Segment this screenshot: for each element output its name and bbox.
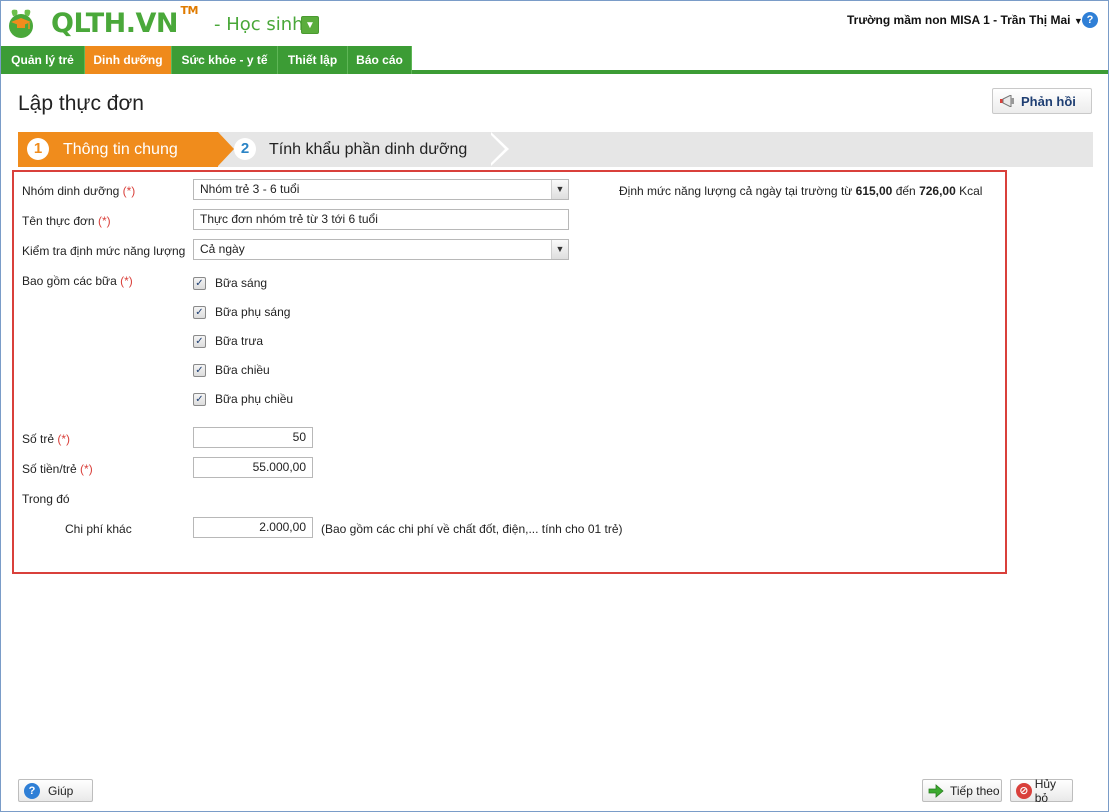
money-per-child-input[interactable]: 55.000,00 xyxy=(193,457,313,478)
step-2-number: 2 xyxy=(234,138,256,160)
role-label: - Học sinh xyxy=(214,14,304,35)
meal-checkbox-bua-chieu[interactable]: ✓ xyxy=(193,364,206,377)
meal-label: Bữa trưa xyxy=(215,334,264,348)
app-window: QLTH.VN TM - Học sinh ▼ Trường mầm non M… xyxy=(0,0,1109,812)
step-1-arrow xyxy=(218,132,234,166)
energy-norm-note: Định mức năng lượng cả ngày tại trường t… xyxy=(619,184,983,198)
meal-label: Bữa phụ chiều xyxy=(215,392,294,406)
graduation-cap-logo-icon xyxy=(7,6,49,40)
energy-check-label: Kiểm tra định mức năng lượng xyxy=(22,244,186,258)
cancel-icon: ⊘ xyxy=(1016,782,1032,799)
money-per-child-label: Số tiền/trẻ (*) xyxy=(22,462,93,476)
help-button[interactable]: ? Giúp xyxy=(18,779,93,802)
tab-quan-ly-tre[interactable]: Quản lý trẻ xyxy=(1,46,85,74)
nutrition-group-value: Nhóm trẻ 3 - 6 tuổi xyxy=(200,182,300,196)
meal-checkbox-bua-phu-sang[interactable]: ✓ xyxy=(193,306,206,319)
tab-thiet-lap[interactable]: Thiết lập xyxy=(278,46,348,74)
help-button-label: Giúp xyxy=(48,783,74,798)
feedback-label: Phản hồi xyxy=(1021,93,1076,109)
question-icon: ? xyxy=(24,782,40,799)
meal-label: Bữa sáng xyxy=(215,276,268,290)
step-1-number: 1 xyxy=(27,138,49,160)
meal-label: Bữa chiều xyxy=(215,363,270,377)
arrow-right-icon xyxy=(928,783,944,799)
meals-label: Bao gồm các bữa (*) xyxy=(22,274,133,288)
meal-label: Bữa phụ sáng xyxy=(215,305,291,319)
logo-tm-mark: TM xyxy=(180,3,199,17)
children-count-label: Số trẻ (*) xyxy=(22,432,71,446)
tab-bao-cao[interactable]: Báo cáo xyxy=(348,46,412,74)
page-title: Lập thực đơn xyxy=(18,92,144,115)
logo[interactable]: QLTH.VN TM xyxy=(7,3,198,41)
nutrition-group-label: Nhóm dinh dưỡng (*) xyxy=(22,184,136,198)
role-dropdown-button[interactable]: ▼ xyxy=(301,16,319,34)
menu-name-input[interactable]: Thực đơn nhóm trẻ từ 3 tới 6 tuổi xyxy=(193,209,569,230)
cancel-button[interactable]: ⊘ Hủy bỏ xyxy=(1010,776,1073,805)
step-2-arrow xyxy=(488,132,505,166)
main-nav: Quản lý trẻ Dinh dưỡng Sức khỏe - y tế T… xyxy=(1,46,1108,74)
menu-name-label: Tên thực đơn (*) xyxy=(22,214,111,228)
step-1-label: Thông tin chung xyxy=(63,141,178,158)
top-bar: QLTH.VN TM - Học sinh ▼ Trường mầm non M… xyxy=(1,1,1108,46)
energy-max: 726,00 xyxy=(919,184,956,198)
cancel-button-label: Hủy bỏ xyxy=(1034,776,1057,805)
other-cost-input[interactable]: 2.000,00 xyxy=(193,517,313,538)
energy-check-value: Cả ngày xyxy=(200,242,245,256)
megaphone-icon xyxy=(999,94,1015,108)
of-which-label: Trong đó xyxy=(22,492,70,506)
next-button-label: Tiếp theo xyxy=(950,783,1000,798)
tab-dinh-duong[interactable]: Dinh dưỡng xyxy=(85,46,172,74)
general-info-form xyxy=(12,170,1007,574)
chevron-down-icon[interactable]: ▼ xyxy=(551,180,568,199)
feedback-button[interactable]: Phản hồi xyxy=(992,88,1092,114)
nutrition-group-select[interactable]: Nhóm trẻ 3 - 6 tuổi ▼ xyxy=(193,179,569,200)
tab-suc-khoe-y-te[interactable]: Sức khỏe - y tế xyxy=(172,46,278,74)
other-cost-note: (Bao gồm các chi phí về chất đốt, điện,.… xyxy=(321,522,623,536)
meal-checkbox-bua-phu-chieu[interactable]: ✓ xyxy=(193,393,206,406)
wizard-steps: 1 Thông tin chung 2 Tính khẩu phần dinh … xyxy=(18,132,1093,167)
children-count-input[interactable]: 50 xyxy=(193,427,313,448)
other-cost-label: Chi phí khác xyxy=(65,522,132,536)
energy-check-select[interactable]: Cả ngày ▼ xyxy=(193,239,569,260)
step-2-label[interactable]: Tính khẩu phần dinh dưỡng xyxy=(269,141,467,159)
next-button[interactable]: Tiếp theo xyxy=(922,779,1002,802)
meal-checkbox-bua-trua[interactable]: ✓ xyxy=(193,335,206,348)
energy-min: 615,00 xyxy=(855,184,893,198)
logo-text: QLTH.VN TM xyxy=(51,3,198,39)
chevron-down-icon[interactable]: ▼ xyxy=(551,240,568,259)
meal-checkbox-bua-sang[interactable]: ✓ xyxy=(193,277,206,290)
user-name: Trường mầm non MISA 1 - Trần Thị Mai xyxy=(847,13,1071,27)
help-icon[interactable]: ? xyxy=(1082,12,1098,28)
user-menu[interactable]: Trường mầm non MISA 1 - Trần Thị Mai ▼ xyxy=(847,13,1083,27)
